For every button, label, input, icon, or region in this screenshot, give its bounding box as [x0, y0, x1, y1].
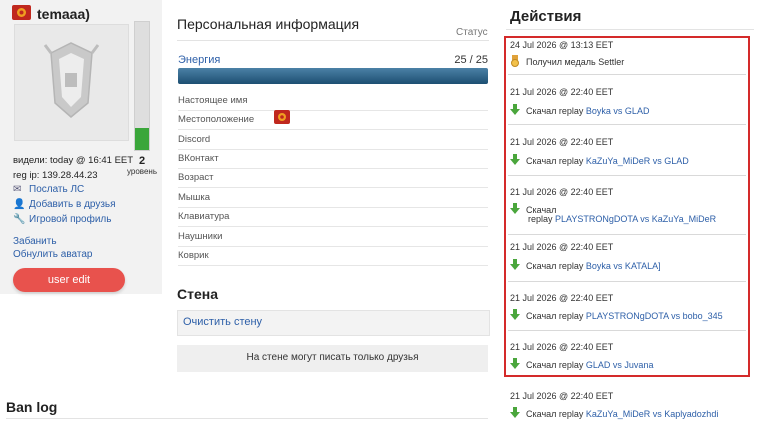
download-icon: [510, 104, 520, 115]
download-icon: [510, 309, 520, 320]
replay-link[interactable]: GLAD vs Juvana: [586, 360, 654, 370]
action-separator: [508, 234, 746, 235]
action-verb: Получил медаль: [526, 57, 596, 67]
personal-info-title: Персональная информация: [177, 16, 360, 32]
info-row-mousepad: Коврик: [178, 246, 488, 266]
add-friend-label: Добавить в друзья: [29, 199, 116, 210]
action-verb: Скачал replay: [526, 261, 584, 271]
energy-bar-fill: [178, 68, 488, 84]
action-separator: [508, 74, 746, 75]
add-friend-link[interactable]: 👤 Добавить в друзья: [13, 199, 116, 210]
medal-icon: [510, 55, 520, 67]
download-icon: [510, 154, 520, 165]
game-profile-link[interactable]: 🔧 Игровой профиль: [13, 214, 111, 225]
replay-link[interactable]: PLAYSTRONgDOTA vs KaZuYa_MiDeR: [555, 214, 716, 224]
action-verb: replay: [528, 214, 553, 224]
mail-icon: ✉: [13, 184, 22, 195]
action-date: 24 Jul 2026 @ 13:13 EET: [510, 40, 614, 50]
info-row-headphones: Наушники: [178, 227, 488, 247]
reset-avatar-link[interactable]: Обнулить аватар: [13, 249, 93, 260]
level-label: уровень: [126, 167, 157, 176]
action-date: 21 Jul 2026 @ 22:40 EET: [510, 342, 614, 352]
ban-log-title: Ban log: [6, 399, 58, 415]
info-row-mouse: Мышка: [178, 188, 488, 208]
clear-wall-link[interactable]: Очистить стену: [183, 316, 262, 328]
ban-log-divider: [6, 418, 488, 419]
status-label: Статус: [456, 27, 488, 38]
info-row-age: Возраст: [178, 168, 488, 188]
username: temaaa): [37, 6, 90, 22]
download-icon: [510, 358, 520, 369]
action-item: Скачал replay KaZuYa_MiDeR vs Kaplyadozh…: [510, 407, 718, 419]
action-item-continued: replay PLAYSTRONgDOTA vs KaZuYa_MiDeR: [528, 214, 716, 224]
actions-divider: [506, 29, 754, 30]
user-edit-button[interactable]: user edit: [13, 268, 125, 292]
download-icon: [510, 203, 520, 214]
download-icon: [510, 259, 520, 270]
action-date: 21 Jul 2026 @ 22:40 EET: [510, 391, 614, 401]
replay-link[interactable]: Boyka vs KATALA]: [586, 261, 661, 271]
action-item: Скачал replay Boyka vs GLAD: [510, 104, 649, 116]
actions-title: Действия: [510, 8, 582, 25]
avatar[interactable]: [14, 24, 129, 141]
action-item: Скачал replay KaZuYa_MiDeR vs GLAD: [510, 154, 689, 166]
action-item: Скачал replay PLAYSTRONgDOTA vs bobo_345: [510, 309, 723, 321]
reg-ip: reg ip: 139.28.44.23: [13, 170, 98, 181]
action-verb: Скачал replay: [526, 311, 584, 321]
location-flag-icon: [274, 110, 290, 124]
replay-link[interactable]: KaZuYa_MiDeR vs Kaplyadozhdi: [586, 409, 718, 419]
action-verb: Скачал replay: [526, 360, 584, 370]
country-flag-icon: [12, 5, 31, 20]
action-separator: [508, 175, 746, 176]
replay-link[interactable]: KaZuYa_MiDeR vs GLAD: [586, 156, 689, 166]
ban-link[interactable]: Забанить: [13, 236, 57, 247]
avatar-emblem-icon: [43, 42, 100, 118]
level-number: 2: [138, 155, 146, 167]
last-seen: видели: today @ 16:41 EET: [13, 155, 134, 166]
action-verb: Скачал replay: [526, 106, 584, 116]
action-date: 21 Jul 2026 @ 22:40 EET: [510, 187, 614, 197]
energy-label: Энергия: [178, 54, 221, 66]
action-separator: [508, 281, 746, 282]
info-row-discord: Discord: [178, 130, 488, 150]
action-item: Скачал replay Boyka vs KATALA]: [510, 259, 661, 271]
wall-note: На стене могут писать только друзья: [246, 352, 419, 363]
action-date: 21 Jul 2026 @ 22:40 EET: [510, 137, 614, 147]
action-date: 21 Jul 2026 @ 22:40 EET: [510, 242, 614, 252]
game-profile-label: Игровой профиль: [29, 214, 112, 225]
game-profile-icon: 🔧: [13, 214, 26, 225]
action-item: Скачал replay GLAD vs Juvana: [510, 358, 653, 370]
action-item: Получил медаль Settler: [510, 55, 624, 67]
replay-link[interactable]: PLAYSTRONgDOTA vs bobo_345: [586, 311, 723, 321]
action-verb: Скачал replay: [526, 409, 584, 419]
energy-value: 25 / 25: [454, 54, 488, 66]
info-row-location: Местоположение: [178, 110, 488, 130]
action-verb: Скачал replay: [526, 156, 584, 166]
replay-link[interactable]: Boyka vs GLAD: [586, 106, 650, 116]
action-date: 21 Jul 2026 @ 22:40 EET: [510, 87, 614, 97]
info-row-vk: ВКонтакт: [178, 149, 488, 169]
info-row-real-name: Настоящее имя: [178, 91, 488, 111]
action-target: Settler: [598, 57, 625, 67]
action-separator: [508, 330, 746, 331]
download-icon: [510, 407, 520, 418]
add-friend-icon: 👤: [13, 199, 26, 210]
action-date: 21 Jul 2026 @ 22:40 EET: [510, 293, 614, 303]
send-message-link[interactable]: ✉ Послать ЛС: [13, 184, 84, 195]
send-message-label: Послать ЛС: [29, 184, 85, 195]
info-row-keyboard: Клавиатура: [178, 207, 488, 227]
level-progress-fill: [135, 128, 149, 150]
wall-title: Стена: [177, 286, 218, 302]
action-separator: [508, 124, 746, 125]
info-divider: [177, 40, 489, 41]
